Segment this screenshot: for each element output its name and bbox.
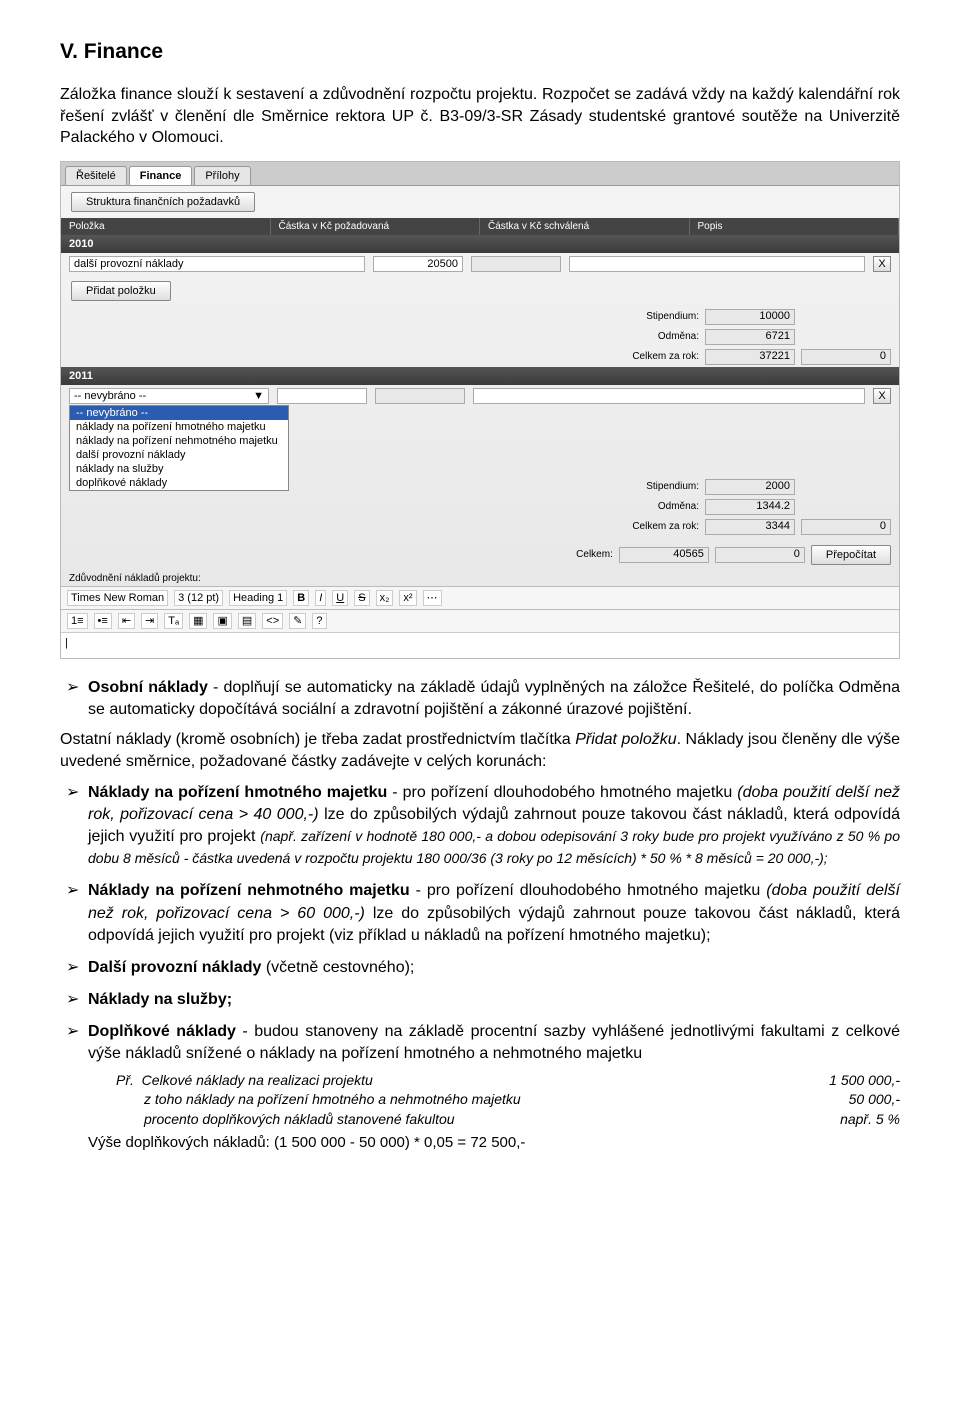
style-select[interactable]: Heading 1 [229,590,287,606]
dd-option[interactable]: další provozní náklady [70,448,288,462]
celkem-rok-label-2: Celkem za rok: [609,521,699,532]
editor-toolbar-2: 1≡ •≡ ⇤ ⇥ Tₐ ▦ ▣ ▤ <> ✎ ? [61,609,899,632]
bullet-personal-costs: Osobní náklady - doplňují se automaticky… [60,677,900,721]
chevron-down-icon: ▼ [253,390,264,402]
tab-finance[interactable]: Finance [129,166,193,185]
stipendium-2011: 2000 [705,479,795,495]
editor-toolbar: Times New Roman 3 (12 pt) Heading 1 B I … [61,586,899,609]
intro-paragraph: Záložka finance slouží k sestavení a zdů… [60,84,900,149]
bullet-sluzby: Náklady na služby; [60,989,900,1011]
year-2011: 2011 [61,367,899,385]
indent-icon[interactable]: ⇥ [141,613,158,629]
col-castka-poz: Částka v Kč požadovaná [271,218,481,235]
stipendium-2010: 10000 [705,309,795,325]
tab-prilohy[interactable]: Přílohy [194,166,250,185]
celkem-2011-schv: 0 [801,519,891,535]
bullet-doplnkove: Doplňkové náklady - budou stanoveny na z… [60,1021,900,1154]
dd-option[interactable]: náklady na pořízení nehmotného majetku [70,434,288,448]
celkem-2010-schv: 0 [801,349,891,365]
outdent-icon[interactable]: ⇤ [118,613,135,629]
year-2010: 2010 [61,235,899,253]
list-ordered-icon[interactable]: 1≡ [67,613,88,629]
item-desc-input-2[interactable] [473,388,865,404]
col-polozka: Položka [61,218,271,235]
odmena-2011: 1344.2 [705,499,795,515]
item-amount-input-2[interactable] [277,388,367,404]
bold-icon[interactable]: B [293,590,309,606]
recalc-button[interactable]: Přepočítat [811,545,891,565]
item-amount-input[interactable] [373,256,463,272]
highlight-icon[interactable]: ▦ [189,613,207,629]
example-block: Př. Celkové náklady na realizaci projekt… [116,1071,900,1129]
font-select[interactable]: Times New Roman [67,590,168,606]
bullet-provozni: Další provozní náklady (včetně cestovnéh… [60,957,900,979]
para-other-costs: Ostatní náklady (kromě osobních) je třeb… [60,729,900,772]
example-total: Výše doplňkových nákladů: (1 500 000 - 5… [88,1133,900,1154]
stipendium-label: Stipendium: [609,311,699,322]
italic-icon[interactable]: I [315,590,326,606]
celkem-2010: 37221 [705,349,795,365]
add-item-button[interactable]: Přidat položku [71,281,171,301]
strike-icon[interactable]: S [354,590,369,606]
celkem-total: 40565 [619,547,709,563]
section-heading: V. Finance [60,40,900,64]
celkem-2011: 3344 [705,519,795,535]
celkem-total-schv: 0 [715,547,805,563]
sub-icon[interactable]: x₂ [376,590,394,606]
bullet-hmotny-majetek: Náklady na pořízení hmotného majetku - p… [60,782,900,870]
delete-row-button[interactable]: X [873,256,891,272]
dd-option[interactable]: -- nevybráno -- [70,406,288,420]
tab-resitele[interactable]: Řešitelé [65,166,127,185]
celkem-label: Celkem: [523,549,613,560]
edit-icon[interactable]: ✎ [289,613,306,629]
item-type-dropdown[interactable]: -- nevybráno -- ▼ -- nevybráno -- náklad… [69,388,269,404]
dd-option[interactable]: náklady na pořízení hmotného majetku [70,420,288,434]
table-icon[interactable]: ▤ [238,613,256,629]
delete-row-button-2[interactable]: X [873,388,891,404]
sup-icon[interactable]: x² [399,590,416,606]
dropdown-selected: -- nevybráno -- [74,390,146,402]
bullet-nehmotny-majetek: Náklady na pořízení nehmotného majetku -… [60,880,900,946]
size-select[interactable]: 3 (12 pt) [174,590,223,606]
dd-option[interactable]: doplňkové náklady [70,476,288,490]
item-name-input[interactable] [69,256,365,272]
col-castka-schv: Částka v Kč schválená [480,218,690,235]
col-popis: Popis [690,218,900,235]
more-icon[interactable]: ⋯ [423,590,442,606]
dd-option[interactable]: náklady na služby [70,462,288,476]
structure-button[interactable]: Struktura finančních požadavků [71,192,255,212]
image-icon[interactable]: ▣ [213,613,231,629]
dropdown-list: -- nevybráno -- náklady na pořízení hmot… [69,405,289,491]
item-approved [471,256,561,272]
table-header: Položka Částka v Kč požadovaná Částka v … [61,218,899,235]
code-icon[interactable]: <> [262,613,283,629]
item-approved-2 [375,388,465,404]
underline-icon[interactable]: U [332,590,348,606]
celkem-rok-label: Celkem za rok: [609,351,699,362]
item-desc-input[interactable] [569,256,865,272]
help-icon[interactable]: ? [312,613,326,629]
stipendium-label-2: Stipendium: [609,481,699,492]
odmena-2010: 6721 [705,329,795,345]
finance-screenshot: Řešitelé Finance Přílohy Struktura finan… [60,161,900,659]
editor-area[interactable]: | [61,632,899,658]
odmena-label: Odměna: [609,331,699,342]
justify-label: Zdůvodnění nákladů projektu: [61,567,899,586]
color-icon[interactable]: Tₐ [164,613,183,629]
list-bullet-icon[interactable]: •≡ [94,613,112,629]
odmena-label-2: Odměna: [609,501,699,512]
